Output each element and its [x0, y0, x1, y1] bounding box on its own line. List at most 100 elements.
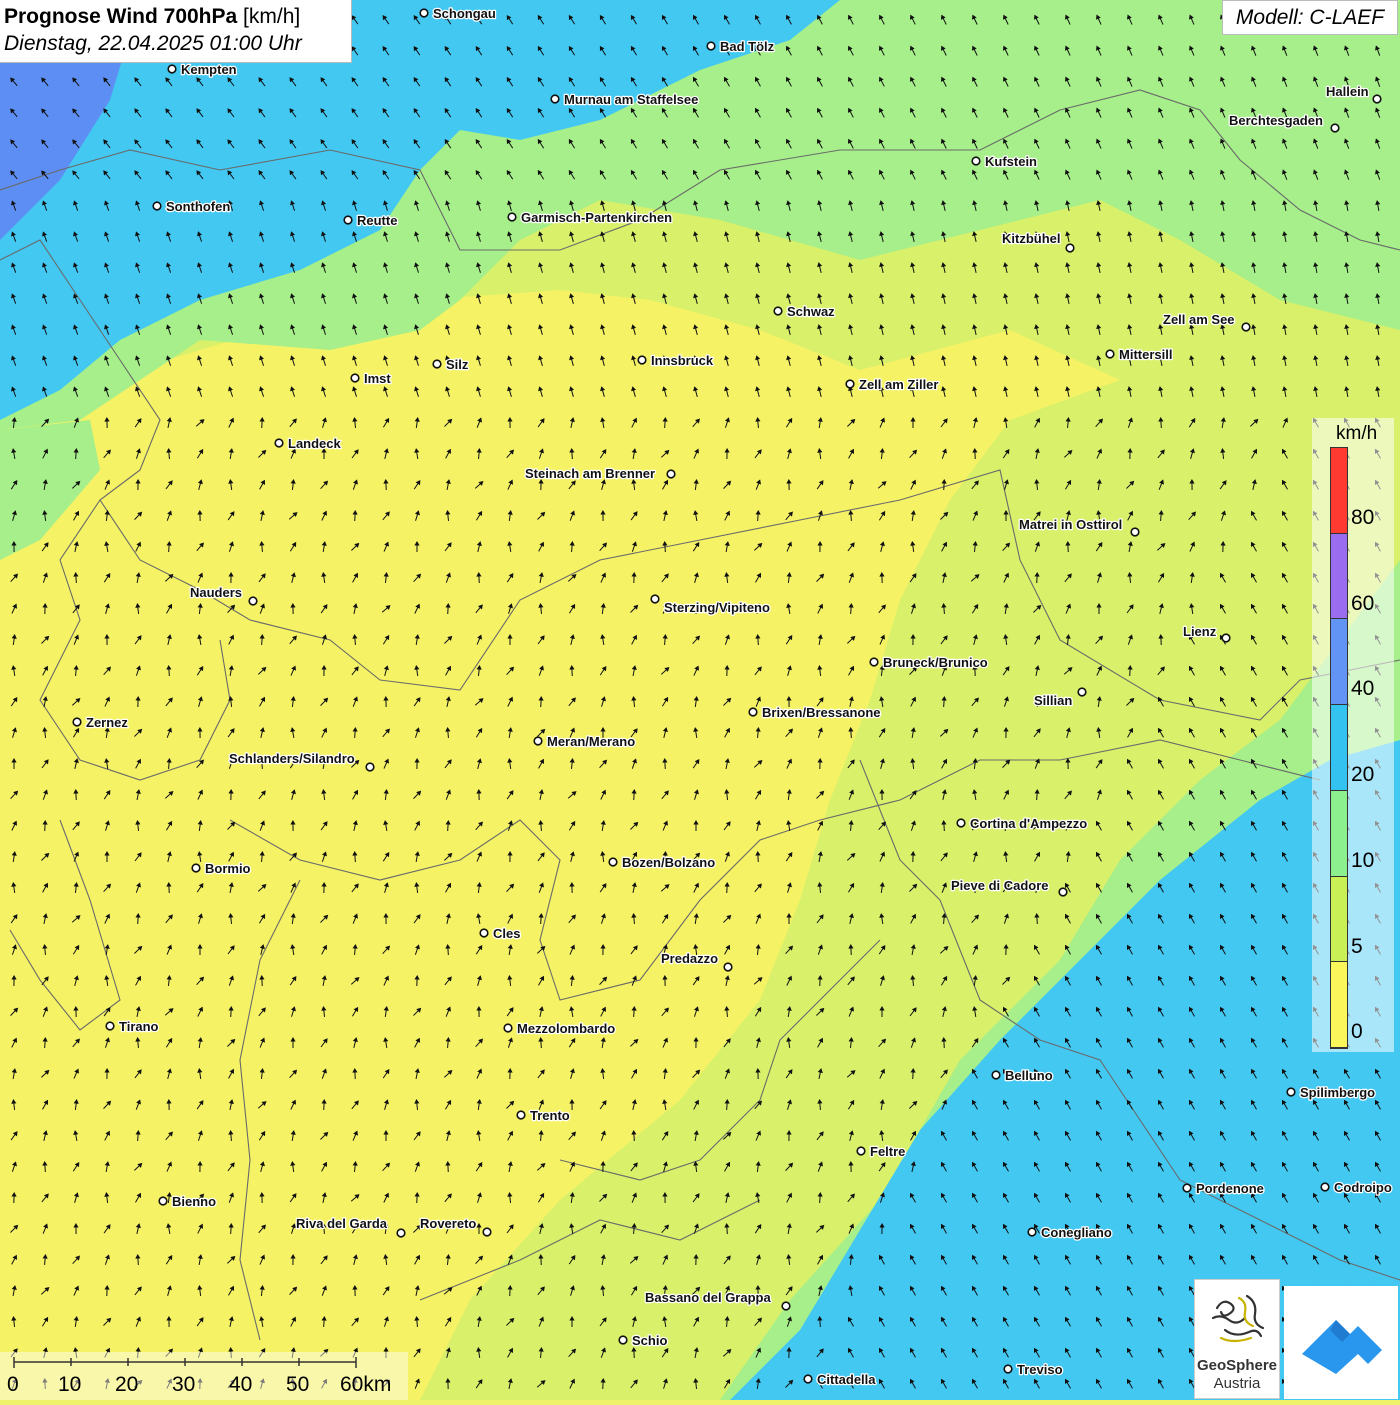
app-logo[interactable] — [1284, 1286, 1398, 1399]
city-label: Trento — [530, 1108, 570, 1123]
city-label: Bormio — [205, 861, 251, 876]
city-bozen-bolzano[interactable]: Bozen/Bolzano — [609, 855, 715, 870]
city-label: Garmisch-Partenkirchen — [521, 210, 672, 225]
city-label: Zernez — [86, 715, 128, 730]
city-label: Treviso — [1017, 1362, 1063, 1377]
legend-tick-label: 20 — [1351, 763, 1374, 787]
city-marker-icon — [1131, 528, 1139, 536]
city-marker-icon — [1078, 688, 1086, 696]
city-marker-icon — [1106, 350, 1114, 358]
city-label: Zell am Ziller — [859, 377, 938, 392]
city-marker-icon — [153, 202, 161, 210]
legend-color-bar — [1330, 447, 1348, 1049]
city-label: Pordenone — [1196, 1181, 1264, 1196]
city-label: Lienz — [1183, 624, 1217, 639]
legend-segment — [1331, 962, 1347, 1048]
city-label: Sillian — [1034, 693, 1072, 708]
scale-label-50: 50 — [286, 1373, 309, 1397]
city-marker-icon — [619, 1336, 627, 1344]
city-label: Berchtesgaden — [1229, 113, 1323, 128]
city-label: Sonthofen — [166, 199, 230, 214]
legend-unit: km/h — [1336, 423, 1377, 445]
city-marker-icon — [609, 858, 617, 866]
city-label: Meran/Merano — [547, 734, 635, 749]
city-label: Kitzbühel — [1002, 231, 1061, 246]
scale-label-60km: 60km — [340, 1373, 391, 1397]
legend-tick-label: 5 — [1351, 935, 1363, 959]
city-marker-icon — [857, 1147, 865, 1155]
city-label: Riva del Garda — [296, 1216, 388, 1231]
city-marker-icon — [1242, 323, 1250, 331]
city-marker-icon — [351, 374, 359, 382]
city-label: Bienno — [172, 1194, 216, 1209]
city-garmisch-partenkirchen[interactable]: Garmisch-Partenkirchen — [508, 210, 672, 225]
city-marker-icon — [551, 95, 559, 103]
city-label: Nauders — [190, 585, 242, 600]
city-label: Sterzing/Vipiteno — [664, 600, 770, 615]
city-label: Reutte — [357, 213, 397, 228]
city-label: Hallein — [1326, 84, 1369, 99]
legend-segment — [1331, 877, 1347, 963]
city-marker-icon — [1059, 888, 1067, 896]
geosphere-austria-logo[interactable]: GeoSphere Austria — [1194, 1279, 1280, 1399]
city-label: Steinach am Brenner — [525, 466, 655, 481]
city-marker-icon — [1004, 1365, 1012, 1373]
city-label: Cortina d'Ampezzo — [970, 816, 1087, 831]
city-label: Bozen/Bolzano — [622, 855, 715, 870]
city-marker-icon — [249, 597, 257, 605]
city-marker-icon — [366, 763, 374, 771]
city-label: Mittersill — [1119, 347, 1172, 362]
city-label: Tirano — [119, 1019, 159, 1034]
city-marker-icon — [651, 595, 659, 603]
city-murnau-am-staffelsee[interactable]: Murnau am Staffelsee — [551, 92, 698, 107]
scale-label-0: 0 — [7, 1373, 19, 1397]
city-zell-am-ziller[interactable]: Zell am Ziller — [846, 377, 938, 392]
city-marker-icon — [749, 708, 757, 716]
city-label: Bruneck/Brunico — [883, 655, 988, 670]
city-bruneck-brunico[interactable]: Bruneck/Brunico — [870, 655, 988, 670]
title-panel: Prognose Wind 700hPa [km/h] Dienstag, 22… — [0, 0, 352, 63]
city-marker-icon — [192, 864, 200, 872]
city-pordenone[interactable]: Pordenone — [1183, 1181, 1264, 1196]
city-mezzolombardo[interactable]: Mezzolombardo — [504, 1021, 615, 1036]
city-label: Codroipo — [1334, 1180, 1392, 1195]
city-marker-icon — [707, 42, 715, 50]
city-label: Cles — [493, 926, 520, 941]
city-marker-icon — [397, 1229, 405, 1237]
city-marker-icon — [724, 963, 732, 971]
city-marker-icon — [957, 819, 965, 827]
legend-tick-label: 40 — [1351, 677, 1374, 701]
city-marker-icon — [870, 658, 878, 666]
city-label: Mezzolombardo — [517, 1021, 615, 1036]
logo-text-geosphere: GeoSphere — [1195, 1357, 1279, 1374]
city-spilimbergo[interactable]: Spilimbergo — [1287, 1085, 1375, 1100]
city-marker-icon — [73, 718, 81, 726]
city-label: Innsbruck — [651, 353, 714, 368]
city-marker-icon — [534, 737, 542, 745]
city-label: Pieve di Cadore — [951, 878, 1049, 893]
scale-label-10: 10 — [58, 1373, 81, 1397]
city-marker-icon — [774, 307, 782, 315]
city-marker-icon — [420, 9, 428, 17]
city-marker-icon — [1222, 634, 1230, 642]
city-label: Bassano del Grappa — [645, 1290, 771, 1305]
city-label: Spilimbergo — [1300, 1085, 1375, 1100]
map-title-main: Prognose Wind 700hPa — [4, 5, 237, 28]
city-marker-icon — [1028, 1228, 1036, 1236]
legend-tick-label: 60 — [1351, 592, 1374, 616]
city-label: Schwaz — [787, 304, 835, 319]
city-marker-icon — [638, 356, 646, 364]
forecast-datetime: Dienstag, 22.04.2025 01:00 Uhr — [4, 30, 351, 58]
city-conegliano[interactable]: Conegliano — [1028, 1225, 1112, 1240]
city-marker-icon — [504, 1024, 512, 1032]
city-label: Brixen/Bressanone — [762, 705, 881, 720]
logo-text-austria: Austria — [1195, 1375, 1279, 1392]
city-marker-icon — [1331, 124, 1339, 132]
city-brixen-bressanone[interactable]: Brixen/Bressanone — [749, 705, 880, 720]
legend-segment — [1331, 448, 1347, 534]
city-meran-merano[interactable]: Meran/Merano — [534, 734, 635, 749]
city-steinach-am-brenner[interactable]: Steinach am Brenner — [525, 466, 675, 481]
city-cortina-d-ampezzo[interactable]: Cortina d'Ampezzo — [957, 816, 1087, 831]
city-marker-icon — [1321, 1183, 1329, 1191]
city-label: Schio — [632, 1333, 667, 1348]
